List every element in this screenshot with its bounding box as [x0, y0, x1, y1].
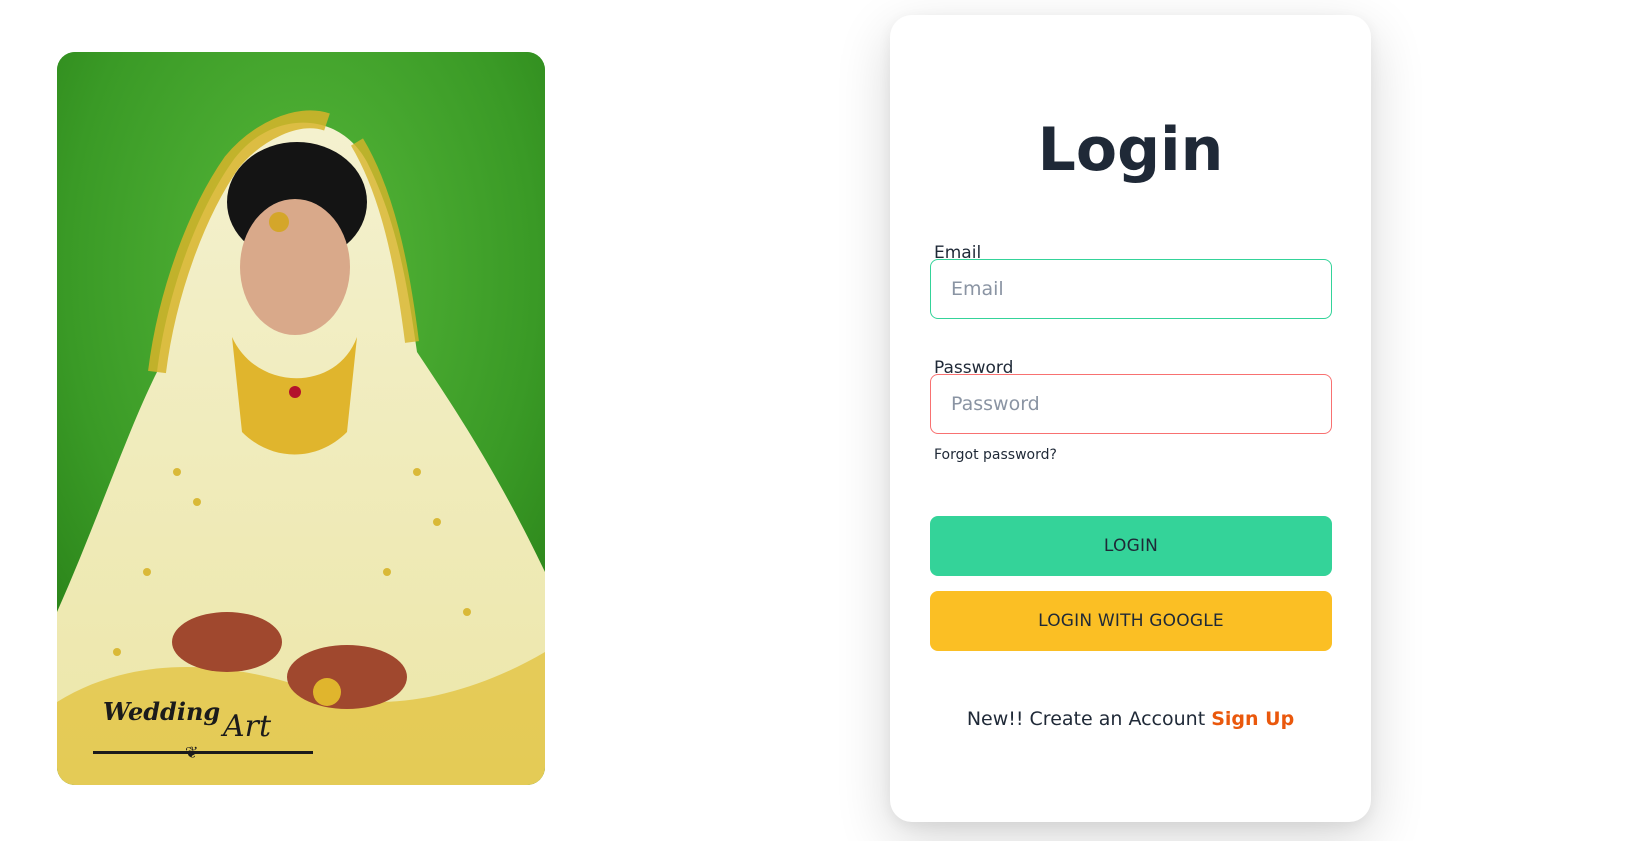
- bride-photo: Wedding Art ❦: [57, 52, 545, 785]
- email-field[interactable]: [930, 259, 1332, 319]
- login-page: Wedding Art ❦ Login Email Password Forgo…: [0, 0, 1648, 841]
- watermark-wedding: Wedding: [103, 697, 221, 726]
- signup-link[interactable]: Sign Up: [1211, 708, 1294, 730]
- password-field[interactable]: [930, 374, 1332, 434]
- login-card: Login Email Password Forgot password? LO…: [890, 15, 1371, 822]
- forgot-password-link[interactable]: Forgot password?: [934, 447, 1057, 463]
- bride-illustration: [57, 52, 545, 785]
- wedding-art-watermark: Wedding Art ❦: [93, 691, 313, 767]
- login-with-google-button[interactable]: LOGIN WITH GOOGLE: [930, 591, 1332, 651]
- ornament-icon: ❦: [185, 743, 199, 762]
- signup-prompt-line: New!! Create an Account Sign Up: [890, 708, 1371, 730]
- login-button[interactable]: LOGIN: [930, 516, 1332, 576]
- page-title: Login: [1037, 115, 1224, 185]
- watermark-art: Art: [223, 709, 272, 744]
- signup-prompt: New!! Create an Account: [966, 708, 1206, 730]
- watermark-rule: [93, 751, 313, 754]
